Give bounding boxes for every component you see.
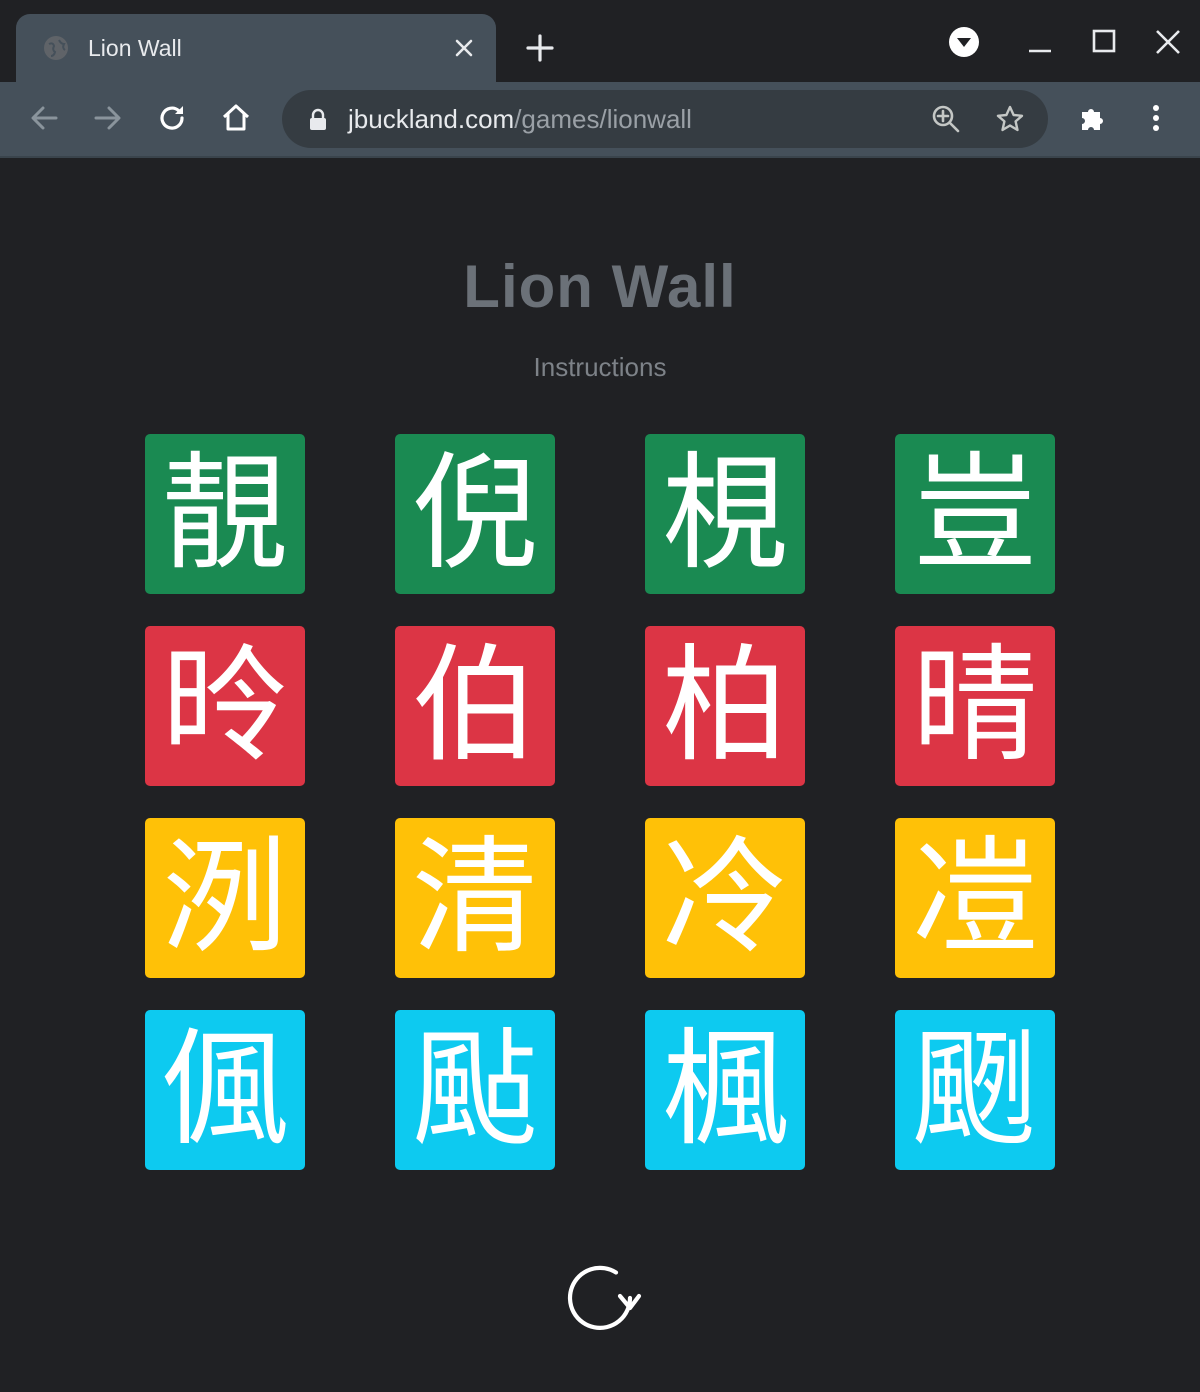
forward-arrow-icon[interactable] [86,96,130,140]
kebab-menu-icon[interactable] [1134,96,1178,140]
zoom-icon[interactable] [930,103,962,135]
tab-strip: Lion Wall [0,0,1200,82]
url-path: /games/lionwall [514,104,692,134]
url-text[interactable]: jbuckland.com/games/lionwall [348,102,692,136]
close-window-icon[interactable] [1148,22,1188,62]
plus-icon[interactable] [522,30,558,66]
wall-tile[interactable]: 凒 [895,818,1055,978]
reload-icon[interactable] [150,96,194,140]
page-title: Lion Wall [463,253,737,320]
wall-tile[interactable]: 豈 [895,434,1055,594]
wall-tile[interactable]: 冷 [645,818,805,978]
puzzle-icon[interactable] [1070,96,1114,140]
wall-tile[interactable]: 清 [395,818,555,978]
wall-tile[interactable]: 晴 [895,626,1055,786]
browser-toolbar: jbuckland.com/games/lionwall [0,82,1200,158]
minimize-icon[interactable] [1020,22,1060,62]
wall-tile[interactable]: 颲 [895,1010,1055,1170]
back-arrow-icon[interactable] [22,96,66,140]
wall-tile[interactable]: 昤 [145,626,305,786]
wall-tile[interactable]: 柏 [645,626,805,786]
tab-title: Lion Wall [88,35,182,61]
url-host: jbuckland.com [348,104,515,134]
close-icon[interactable] [450,34,478,62]
wall-tile[interactable]: 伯 [395,626,555,786]
star-icon[interactable] [994,103,1026,135]
instructions-link[interactable]: Instructions [0,352,1200,383]
wall-tile[interactable]: 靚 [145,434,305,594]
address-bar[interactable]: jbuckland.com/games/lionwall [282,90,1048,148]
wall-tile[interactable]: 梘 [645,434,805,594]
globe-icon [42,34,70,62]
wall-tile[interactable]: 偑 [145,1010,305,1170]
profile-dropdown-icon[interactable] [944,22,984,62]
browser-window: Lion Wall jbuckland.com/games/lionwall L… [0,0,1200,1392]
wall-tile[interactable]: 楓 [645,1010,805,1170]
maximize-icon[interactable] [1084,22,1124,62]
reset-icon[interactable] [558,1256,642,1340]
lion-wall-grid: 靚倪梘豈昤伯柏晴洌清冷凒偑颭楓颲 [145,434,1055,1170]
wall-tile[interactable]: 倪 [395,434,555,594]
lock-icon[interactable] [306,107,330,131]
wall-tile[interactable]: 洌 [145,818,305,978]
wall-tile[interactable]: 颭 [395,1010,555,1170]
browser-tab[interactable]: Lion Wall [16,14,496,82]
home-icon[interactable] [214,96,258,140]
